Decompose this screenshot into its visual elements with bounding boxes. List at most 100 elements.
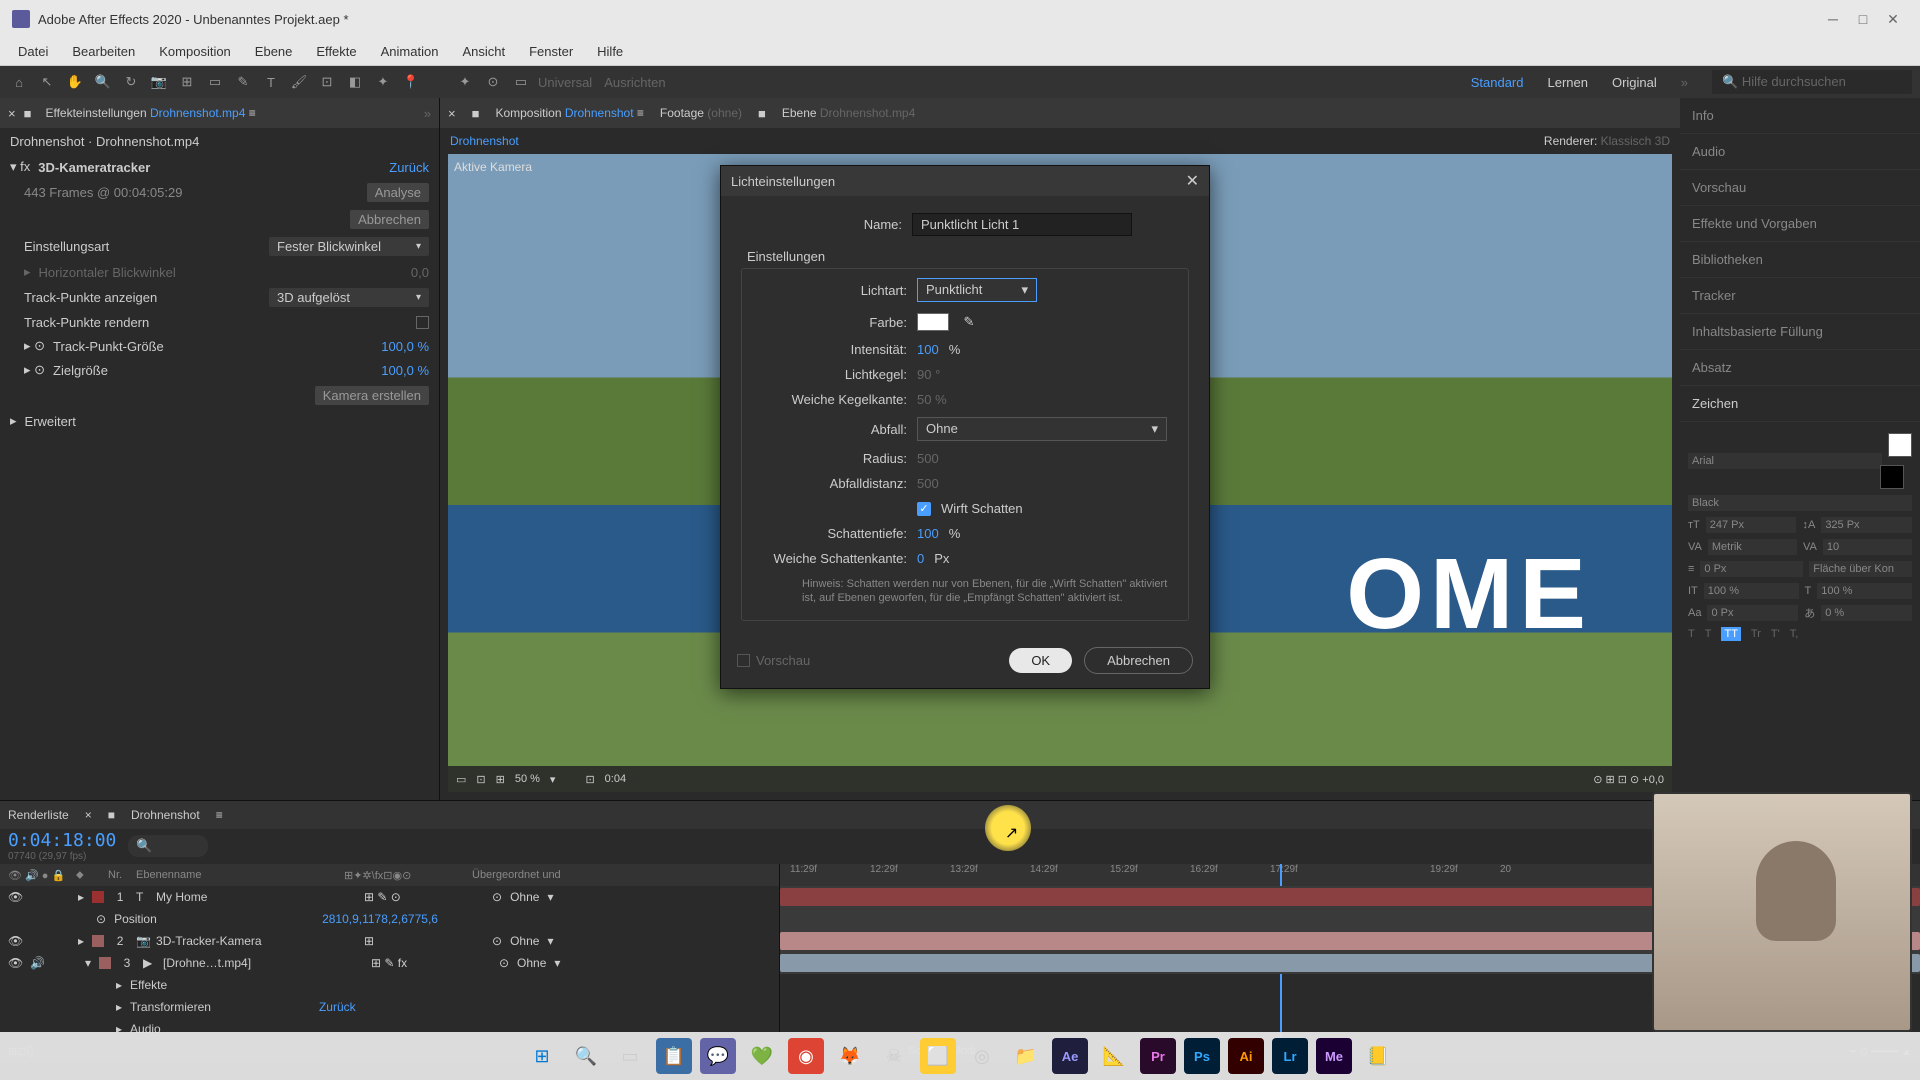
falloff-select[interactable]: Ohne▾ <box>917 417 1167 441</box>
whatsapp-icon[interactable]: 💚 <box>744 1038 780 1074</box>
illustrator-icon[interactable]: Ai <box>1228 1038 1264 1074</box>
menu-fenster[interactable]: Fenster <box>519 40 583 63</box>
teams-icon[interactable]: 💬 <box>700 1038 736 1074</box>
casts-shadows-checkbox[interactable]: ✓ <box>917 502 931 516</box>
render-tab[interactable]: Renderliste <box>8 808 69 822</box>
panel-vorschau[interactable]: Vorschau <box>1680 170 1920 206</box>
comp-tab[interactable]: Komposition Drohnenshot ≡ <box>495 106 643 120</box>
menu-ansicht[interactable]: Ansicht <box>452 40 515 63</box>
stroke-swatch[interactable] <box>1880 465 1904 489</box>
timecode[interactable]: 0:04:18:00 <box>8 830 116 851</box>
help-search[interactable]: 🔍 Hilfe durchsuchen <box>1712 70 1912 94</box>
color-swatch[interactable] <box>917 313 949 331</box>
position-row[interactable]: ⊙ Position 2810,9,1178,2,6775,6 <box>0 908 779 930</box>
pan-tool-icon[interactable]: ⊞ <box>176 71 198 93</box>
selection-tool-icon[interactable]: ↖ <box>36 71 58 93</box>
panel-zeichen[interactable]: Zeichen <box>1680 386 1920 422</box>
search-field[interactable]: 🔍 <box>128 835 208 857</box>
workspace-standard[interactable]: Standard <box>1471 75 1524 90</box>
menu-ebene[interactable]: Ebene <box>245 40 303 63</box>
panel-absatz[interactable]: Absatz <box>1680 350 1920 386</box>
analyse-button[interactable]: Analyse <box>367 183 429 202</box>
mediaencoder-icon[interactable]: Me <box>1316 1038 1352 1074</box>
start-icon[interactable]: ⊞ <box>524 1038 560 1074</box>
taskview-icon[interactable]: ▭ <box>612 1038 648 1074</box>
eye-icon[interactable]: 👁 <box>8 956 22 970</box>
menu-datei[interactable]: Datei <box>8 40 58 63</box>
close-tl-tab[interactable]: × <box>85 808 92 822</box>
search-icon[interactable]: 🔍 <box>568 1038 604 1074</box>
cancel-button[interactable]: Abbrechen <box>1084 647 1193 674</box>
layer-row[interactable]: 👁 ▸ 1 T My Home ⊞ ✎ ⊙ ⊙Ohne▾ <box>0 886 779 908</box>
app-icon[interactable]: ☠ <box>876 1038 912 1074</box>
effect-back[interactable]: Zurück <box>389 160 429 175</box>
leading[interactable]: 325 Px <box>1821 517 1912 533</box>
style-select[interactable]: Black <box>1688 495 1912 511</box>
firefox-icon[interactable]: 🦊 <box>832 1038 868 1074</box>
layer-row[interactable]: 👁🔊 ▾ 3 ▶ [Drohne…t.mp4] ⊞ ✎ fx ⊙Ohne▾ <box>0 952 779 974</box>
panel-inhalt[interactable]: Inhaltsbasierte Füllung <box>1680 314 1920 350</box>
eyedropper-icon[interactable]: ✎ <box>959 312 979 332</box>
layer-row[interactable]: 👁 ▸ 2 📷 3D-Tracker-Kamera ⊞ ⊙Ohne▾ <box>0 930 779 952</box>
minimize-button[interactable]: ─ <box>1818 11 1848 27</box>
stamp-tool-icon[interactable]: ⊡ <box>316 71 338 93</box>
panel-info[interactable]: Info <box>1680 98 1920 134</box>
timeline-comp-tab[interactable]: Drohnenshot <box>131 808 200 822</box>
menu-effekte[interactable]: Effekte <box>306 40 366 63</box>
font-select[interactable]: Arial <box>1688 453 1882 469</box>
shadow-darkness[interactable]: 100 <box>917 526 939 541</box>
intensity-value[interactable]: 100 <box>917 342 939 357</box>
puppet-tool-icon[interactable]: 📍 <box>400 71 422 93</box>
comp-breadcrumb[interactable]: Drohnenshot <box>450 134 519 148</box>
eye-icon[interactable]: 👁 <box>8 934 22 948</box>
text-tool-icon[interactable]: T <box>260 71 282 93</box>
effects-tab[interactable]: Effekteinstellungen Drohnenshot.mp4 ≡ <box>39 102 261 124</box>
light-name-input[interactable]: Punktlicht Licht 1 <box>912 213 1132 236</box>
kerning[interactable]: Metrik <box>1708 539 1797 555</box>
explorer-icon[interactable]: 📁 <box>1008 1038 1044 1074</box>
lightroom-icon[interactable]: Lr <box>1272 1038 1308 1074</box>
pen-tool-icon[interactable]: ✎ <box>232 71 254 93</box>
erweitert-label[interactable]: Erweitert <box>25 414 76 429</box>
menu-animation[interactable]: Animation <box>371 40 449 63</box>
photoshop-icon[interactable]: Ps <box>1184 1038 1220 1074</box>
ziel-value[interactable]: 100,0 % <box>381 363 429 378</box>
rotate-tool-icon[interactable]: ↻ <box>120 71 142 93</box>
footage-tab[interactable]: Footage (ohne) <box>660 106 742 120</box>
hand-tool-icon[interactable]: ✋ <box>64 71 86 93</box>
panel-effekte[interactable]: Effekte und Vorgaben <box>1680 206 1920 242</box>
dialog-close-icon[interactable]: ✕ <box>1186 171 1199 191</box>
font-size[interactable]: 247 Px <box>1706 517 1797 533</box>
ok-button[interactable]: OK <box>1009 648 1072 673</box>
track-anzeigen-select[interactable]: 3D aufgelöst▾ <box>269 288 429 307</box>
ebene-tab[interactable]: Ebene Drohnenshot.mp4 <box>782 106 915 120</box>
brush-tool-icon[interactable]: 🖌 <box>288 71 310 93</box>
shadow-diffusion[interactable]: 0 <box>917 551 924 566</box>
widgets-icon[interactable]: 📋 <box>656 1038 692 1074</box>
stroke-width[interactable]: 0 Px <box>1700 561 1803 577</box>
track-groesse-value[interactable]: 100,0 % <box>381 339 429 354</box>
panel-bibliotheken[interactable]: Bibliotheken <box>1680 242 1920 278</box>
stroke-type[interactable]: Fläche über Kon <box>1809 561 1912 577</box>
rect-tool-icon[interactable]: ▭ <box>510 71 532 93</box>
app-icon[interactable]: 📐 <box>1096 1038 1132 1074</box>
aftereffects-icon[interactable]: Ae <box>1052 1038 1088 1074</box>
close-tab-icon[interactable]: × <box>8 106 16 121</box>
shape-tool-icon[interactable]: ▭ <box>204 71 226 93</box>
app-icon[interactable]: ⬜ <box>920 1038 956 1074</box>
maximize-button[interactable]: □ <box>1848 11 1878 27</box>
app-icon[interactable]: 📒 <box>1360 1038 1396 1074</box>
panel-audio[interactable]: Audio <box>1680 134 1920 170</box>
workspace-original[interactable]: Original <box>1612 75 1657 90</box>
panel-tracker[interactable]: Tracker <box>1680 278 1920 314</box>
app-icon[interactable]: ◉ <box>788 1038 824 1074</box>
camera-tool-icon[interactable]: 📷 <box>148 71 170 93</box>
home-icon[interactable]: ⌂ <box>8 71 30 93</box>
eye-icon[interactable]: 👁 <box>8 890 22 904</box>
eraser-tool-icon[interactable]: ◧ <box>344 71 366 93</box>
menu-hilfe[interactable]: Hilfe <box>587 40 633 63</box>
menu-bearbeiten[interactable]: Bearbeiten <box>62 40 145 63</box>
abbrechen-button[interactable]: Abbrechen <box>350 210 429 229</box>
track-rendern-checkbox[interactable] <box>416 316 429 329</box>
close-comp-tab-icon[interactable]: × <box>448 106 456 121</box>
